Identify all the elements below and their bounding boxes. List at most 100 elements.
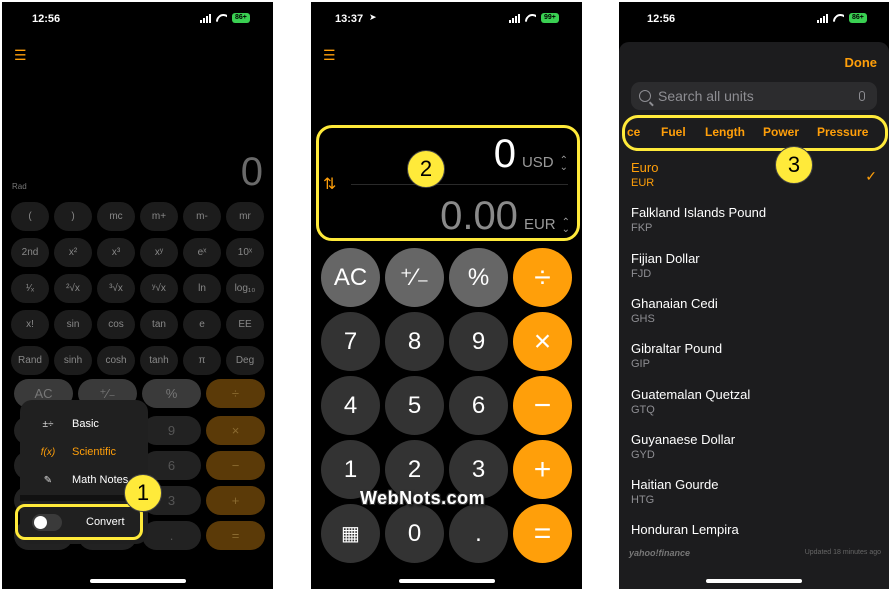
dimmed-key[interactable]: −	[206, 451, 265, 480]
battery-icon: 99+	[541, 13, 559, 23]
unit-row[interactable]: Guyanaese Dollar GYD	[631, 432, 877, 461]
menu-item-scientific[interactable]: f(x) Scientific	[20, 442, 148, 462]
sci-key[interactable]: ln	[183, 274, 221, 303]
unit-code: EUR	[631, 177, 655, 189]
menu-item-label: Math Notes	[72, 474, 129, 486]
sci-key[interactable]: sin	[54, 310, 92, 339]
sci-key[interactable]: tan	[140, 310, 178, 339]
sci-key[interactable]: π	[183, 346, 221, 375]
sci-key[interactable]: sinh	[54, 346, 92, 375]
dimmed-key[interactable]: %	[142, 379, 201, 408]
status-time: 13:37	[335, 13, 364, 25]
math-notes-icon: ✎	[43, 474, 53, 486]
history-list-icon[interactable]: ☰	[323, 48, 336, 62]
digit-6-key[interactable]: 6	[449, 376, 508, 435]
digit-8-key[interactable]: 8	[385, 312, 444, 371]
sci-key[interactable]: ³√x	[97, 274, 135, 303]
battery-icon: 86+	[232, 13, 250, 23]
dimmed-key[interactable]: ÷	[206, 379, 265, 408]
sci-key[interactable]: )	[54, 202, 92, 231]
sci-key[interactable]: EE	[226, 310, 264, 339]
digit-4-key[interactable]: 4	[321, 376, 380, 435]
sci-key[interactable]: 10ˣ	[226, 238, 264, 267]
unit-code: GYD	[631, 448, 655, 461]
checkmark-icon: ✓	[865, 168, 877, 184]
sci-key[interactable]: xʸ	[140, 238, 178, 267]
unit-name: Euro	[631, 160, 659, 175]
digit-9-key[interactable]: 9	[449, 312, 508, 371]
calculator-icon: ▦	[341, 523, 360, 545]
step-badge-3: 3	[775, 146, 813, 184]
sci-key[interactable]: ʸ√x	[140, 274, 178, 303]
dimmed-key[interactable]: +	[206, 486, 265, 515]
divide-key[interactable]: ÷	[513, 248, 572, 307]
highlight-category-tabs	[622, 115, 888, 151]
calculator-mode-key[interactable]: ▦	[321, 504, 380, 563]
unit-row[interactable]: Honduran Lempira	[631, 522, 877, 539]
history-list-icon[interactable]: ☰	[14, 48, 27, 62]
sci-key[interactable]: log₁₀	[226, 274, 264, 303]
sci-key[interactable]: ¹⁄ₓ	[11, 274, 49, 303]
percent-key[interactable]: %	[449, 248, 508, 307]
digit-7-key[interactable]: 7	[321, 312, 380, 371]
unit-code: GHS	[631, 312, 655, 325]
unit-row[interactable]: Ghanaian Cedi GHS	[631, 296, 877, 325]
sci-key[interactable]: x²	[54, 238, 92, 267]
updated-timestamp: Updated 18 minutes ago	[804, 549, 881, 556]
equals-key[interactable]: =	[513, 504, 572, 563]
sci-key[interactable]: 2nd	[11, 238, 49, 267]
sci-key[interactable]: mc	[97, 202, 135, 231]
sci-key[interactable]: x³	[97, 238, 135, 267]
sci-key[interactable]: m-	[183, 202, 221, 231]
sci-key[interactable]: mr	[226, 202, 264, 231]
home-indicator	[89, 579, 186, 583]
sci-key[interactable]: Rand	[11, 346, 49, 375]
unit-row[interactable]: Fijian Dollar FJD	[631, 251, 877, 280]
unit-name: Honduran Lempira	[631, 522, 739, 538]
multiply-key[interactable]: ×	[513, 312, 572, 371]
dimmed-key[interactable]: =	[206, 521, 265, 550]
sci-key[interactable]: e	[183, 310, 221, 339]
sci-key[interactable]: cosh	[97, 346, 135, 375]
dimmed-key[interactable]: .	[142, 521, 201, 550]
decimal-key[interactable]: .	[449, 504, 508, 563]
menu-item-basic[interactable]: ±÷ Basic	[20, 414, 148, 434]
sci-key[interactable]: tanh	[140, 346, 178, 375]
unit-row[interactable]: Guatemalan Quetzal GTQ	[631, 387, 877, 416]
microphone-icon[interactable]	[859, 91, 865, 101]
calculator-display: 0	[240, 150, 263, 194]
unit-code: FKP	[631, 222, 653, 235]
sci-key[interactable]: x!	[11, 310, 49, 339]
all-clear-key[interactable]: AC	[321, 248, 380, 307]
unit-row[interactable]: Haitian Gourde HTG	[631, 477, 877, 506]
step-badge-1: 1	[124, 474, 162, 512]
digit-5-key[interactable]: 5	[385, 376, 444, 435]
sci-key[interactable]: Deg	[226, 346, 264, 375]
status-icons: 99+	[509, 13, 559, 23]
home-indicator	[398, 579, 495, 583]
unit-code: FJD	[631, 267, 652, 280]
sci-key[interactable]: (	[11, 202, 49, 231]
unit-row[interactable]: Gibraltar Pound GIP	[631, 341, 877, 370]
done-button[interactable]: Done	[845, 55, 878, 70]
plus-key[interactable]: +	[513, 440, 572, 499]
search-field[interactable]: Search all units	[631, 82, 877, 110]
search-placeholder: Search all units	[658, 88, 754, 104]
wifi-icon	[525, 14, 536, 22]
highlight-converter-values	[316, 125, 580, 241]
dimmed-key[interactable]: 9	[142, 416, 201, 445]
dimmed-key[interactable]: ×	[206, 416, 265, 445]
unit-row[interactable]: Falkland Islands Pound FKP	[631, 205, 877, 234]
status-icons: 86+	[817, 13, 867, 23]
minus-key[interactable]: −	[513, 376, 572, 435]
sci-key[interactable]: ²√x	[54, 274, 92, 303]
sci-key[interactable]: m+	[140, 202, 178, 231]
plus-minus-key[interactable]: ⁺⁄₋	[385, 248, 444, 307]
unit-row[interactable]: Euro EUR ✓	[631, 160, 877, 189]
unit-code: HTG	[631, 494, 655, 507]
watermark: WebNots.com	[360, 488, 486, 508]
sci-key[interactable]: eˣ	[183, 238, 221, 267]
unit-code: GTQ	[631, 403, 655, 416]
digit-0-key[interactable]: 0	[385, 504, 444, 563]
sci-key[interactable]: cos	[97, 310, 135, 339]
